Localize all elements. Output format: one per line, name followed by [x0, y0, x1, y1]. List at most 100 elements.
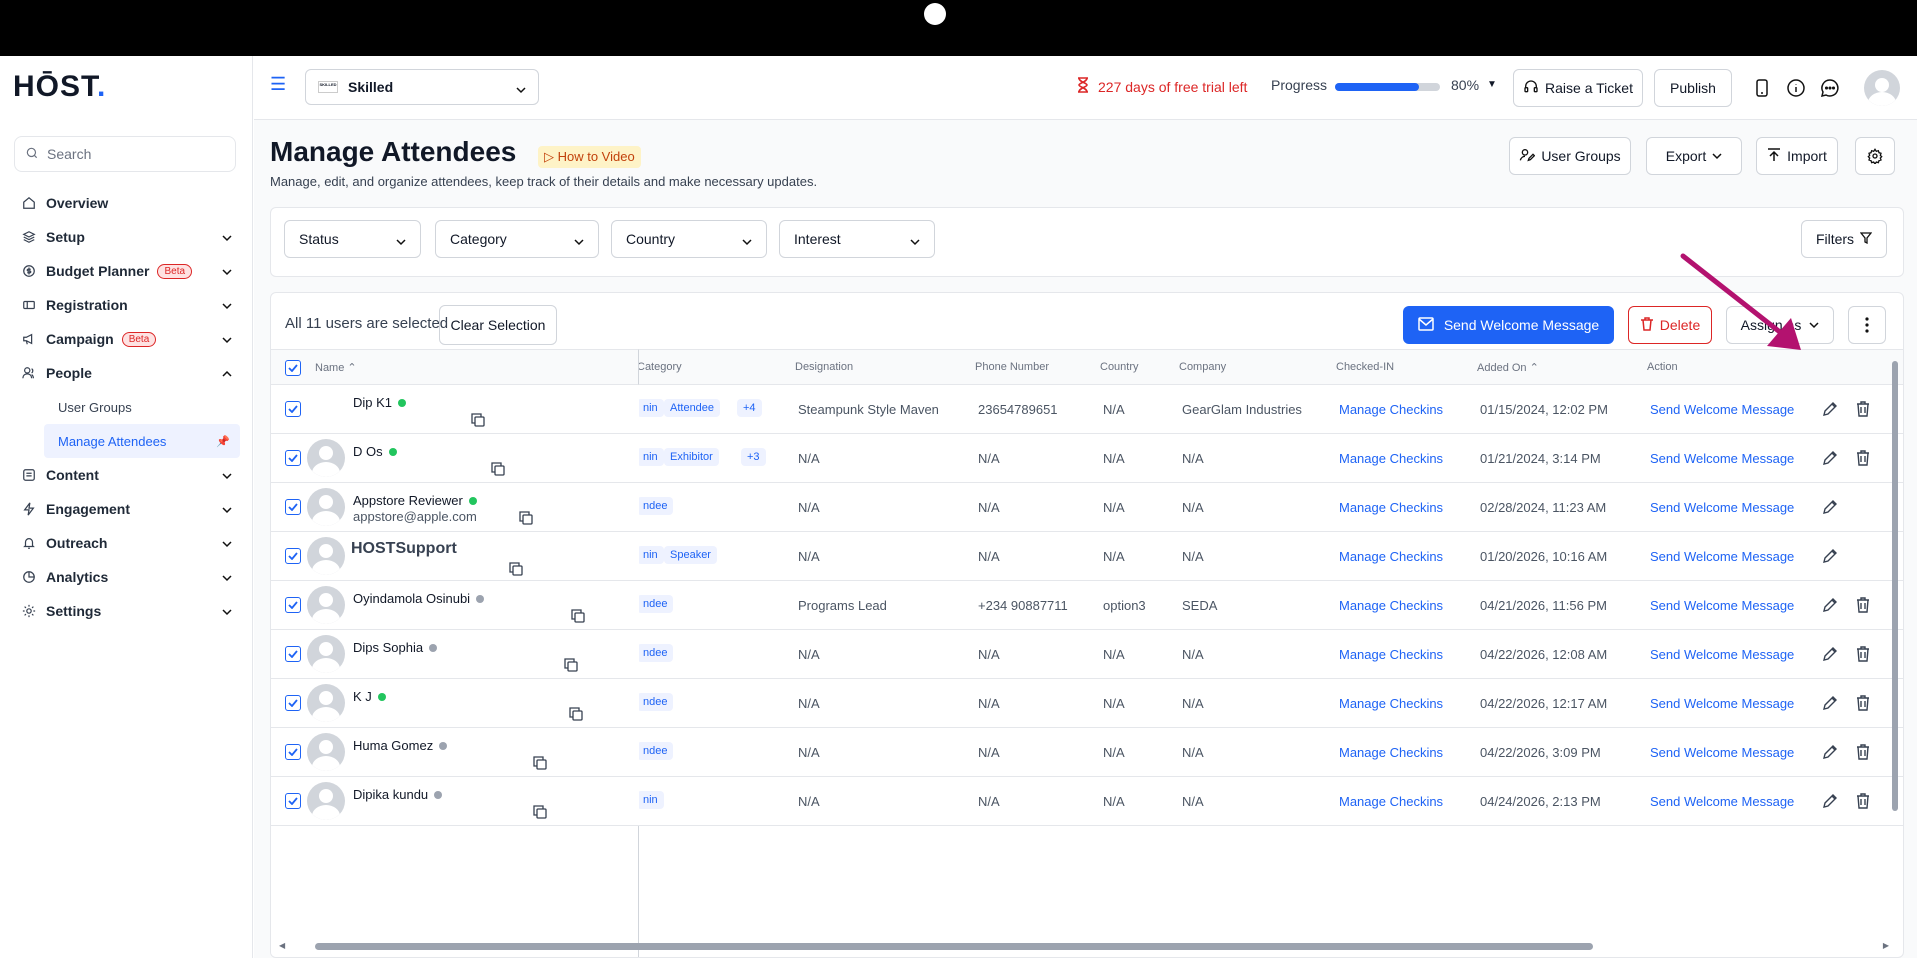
sidebar-item-outreach[interactable]: Outreach [14, 526, 240, 560]
edit-icon[interactable] [1822, 646, 1838, 667]
send-welcome-link[interactable]: Send Welcome Message [1650, 745, 1794, 760]
event-selector[interactable]: SKILLED Skilled [305, 69, 539, 105]
status-filter[interactable]: Status [284, 220, 421, 258]
col-company[interactable]: Company [1179, 361, 1226, 373]
select-all-checkbox[interactable] [285, 360, 301, 376]
manage-checkins-link[interactable]: Manage Checkins [1339, 500, 1443, 515]
trash-icon[interactable] [1856, 793, 1870, 814]
row-checkbox[interactable] [285, 646, 301, 662]
info-icon[interactable] [1784, 76, 1808, 100]
user-groups-button[interactable]: User Groups [1509, 137, 1631, 175]
manage-checkins-link[interactable]: Manage Checkins [1339, 745, 1443, 760]
settings-icon[interactable] [1855, 137, 1895, 175]
send-welcome-link[interactable]: Send Welcome Message [1650, 598, 1794, 613]
search-input[interactable]: Search [14, 136, 236, 172]
export-button[interactable]: Export [1646, 137, 1742, 175]
sidebar-subitem-manage-attendees[interactable]: Manage Attendees 📌 [44, 424, 240, 458]
mobile-preview-icon[interactable] [1750, 76, 1774, 100]
edit-icon[interactable] [1822, 499, 1838, 520]
row-checkbox[interactable] [285, 597, 301, 613]
scroll-left-icon[interactable]: ◀ [279, 941, 285, 950]
row-checkbox[interactable] [285, 401, 301, 417]
trash-icon[interactable] [1856, 401, 1870, 422]
edit-icon[interactable] [1822, 744, 1838, 765]
sidebar-item-analytics[interactable]: Analytics [14, 560, 240, 594]
trash-icon[interactable] [1856, 646, 1870, 667]
category-more-pill[interactable]: +3 [741, 448, 766, 466]
copy-icon[interactable] [519, 511, 533, 525]
col-name[interactable]: Name ⌃ [315, 361, 357, 374]
col-added-on[interactable]: Added On ⌃ [1477, 361, 1539, 374]
row-checkbox[interactable] [285, 450, 301, 466]
copy-icon[interactable] [571, 609, 585, 623]
sidebar-item-budget-planner[interactable]: Budget Planner Beta [14, 254, 240, 288]
copy-icon[interactable] [533, 805, 547, 819]
sidebar-item-engagement[interactable]: Engagement [14, 492, 240, 526]
col-category[interactable]: Category [637, 361, 682, 373]
edit-icon[interactable] [1822, 450, 1838, 471]
send-welcome-link[interactable]: Send Welcome Message [1650, 647, 1794, 662]
how-to-video-link[interactable]: ▷ How to Video [538, 146, 641, 168]
copy-icon[interactable] [491, 462, 505, 476]
sidebar-item-registration[interactable]: Registration [14, 288, 240, 322]
edit-icon[interactable] [1822, 597, 1838, 618]
pin-icon[interactable]: 📌 [216, 435, 230, 448]
edit-icon[interactable] [1822, 548, 1838, 569]
sidebar-item-settings[interactable]: Settings [14, 594, 240, 628]
col-phone[interactable]: Phone Number [975, 361, 1049, 373]
manage-checkins-link[interactable]: Manage Checkins [1339, 598, 1443, 613]
sidebar-item-campaign[interactable]: Campaign Beta [14, 322, 240, 356]
category-more-pill[interactable]: +4 [737, 399, 762, 417]
sidebar-subitem-user-groups[interactable]: User Groups [14, 390, 240, 424]
manage-checkins-link[interactable]: Manage Checkins [1339, 402, 1443, 417]
send-welcome-message-button[interactable]: Send Welcome Message [1403, 306, 1614, 344]
attendee-name[interactable]: Huma Gomez [353, 738, 448, 753]
menu-icon[interactable]: ☰ [270, 74, 286, 95]
col-designation[interactable]: Designation [795, 361, 853, 373]
attendee-name[interactable]: Dip K1 [353, 395, 407, 410]
more-options-icon[interactable] [1848, 306, 1886, 344]
send-welcome-link[interactable]: Send Welcome Message [1650, 500, 1794, 515]
user-avatar[interactable] [1864, 70, 1900, 106]
col-country[interactable]: Country [1100, 361, 1139, 373]
send-welcome-link[interactable]: Send Welcome Message [1650, 451, 1794, 466]
publish-button[interactable]: Publish [1654, 69, 1732, 107]
manage-checkins-link[interactable]: Manage Checkins [1339, 647, 1443, 662]
attendee-name[interactable]: Appstore Reviewer [353, 493, 477, 508]
sidebar-item-people[interactable]: People [14, 356, 240, 390]
manage-checkins-link[interactable]: Manage Checkins [1339, 451, 1443, 466]
interest-filter[interactable]: Interest [779, 220, 935, 258]
row-checkbox[interactable] [285, 744, 301, 760]
trash-icon[interactable] [1856, 695, 1870, 716]
row-checkbox[interactable] [285, 793, 301, 809]
attendee-name[interactable]: Dips Sophia [353, 640, 438, 655]
edit-icon[interactable] [1822, 793, 1838, 814]
row-checkbox[interactable] [285, 499, 301, 515]
row-checkbox[interactable] [285, 695, 301, 711]
attendee-name[interactable]: HOSTSupport [351, 540, 457, 558]
attendee-name[interactable]: Oyindamola Osinubi [353, 591, 485, 606]
raise-ticket-button[interactable]: Raise a Ticket [1513, 69, 1643, 107]
row-checkbox[interactable] [285, 548, 301, 564]
scroll-right-icon[interactable]: ▶ [1883, 941, 1889, 950]
col-checked-in[interactable]: Checked-IN [1336, 361, 1394, 373]
clear-selection-button[interactable]: Clear Selection [439, 305, 557, 345]
copy-icon[interactable] [509, 562, 523, 576]
trash-icon[interactable] [1856, 744, 1870, 765]
copy-icon[interactable] [564, 658, 578, 672]
send-welcome-link[interactable]: Send Welcome Message [1650, 696, 1794, 711]
send-welcome-link[interactable]: Send Welcome Message [1650, 402, 1794, 417]
country-filter[interactable]: Country [611, 220, 767, 258]
manage-checkins-link[interactable]: Manage Checkins [1339, 696, 1443, 711]
horizontal-scrollbar[interactable]: ◀ ▶ [279, 941, 1889, 951]
filters-button[interactable]: Filters [1801, 220, 1887, 258]
manage-checkins-link[interactable]: Manage Checkins [1339, 549, 1443, 564]
attendee-name[interactable]: Dipika kundu [353, 787, 443, 802]
caret-down-icon[interactable]: ▼ [1487, 79, 1497, 90]
vertical-scrollbar[interactable] [1891, 361, 1899, 941]
trash-icon[interactable] [1856, 450, 1870, 471]
copy-icon[interactable] [533, 756, 547, 770]
chat-icon[interactable] [1818, 76, 1842, 100]
trash-icon[interactable] [1856, 597, 1870, 618]
attendee-name[interactable]: K J [353, 689, 386, 704]
